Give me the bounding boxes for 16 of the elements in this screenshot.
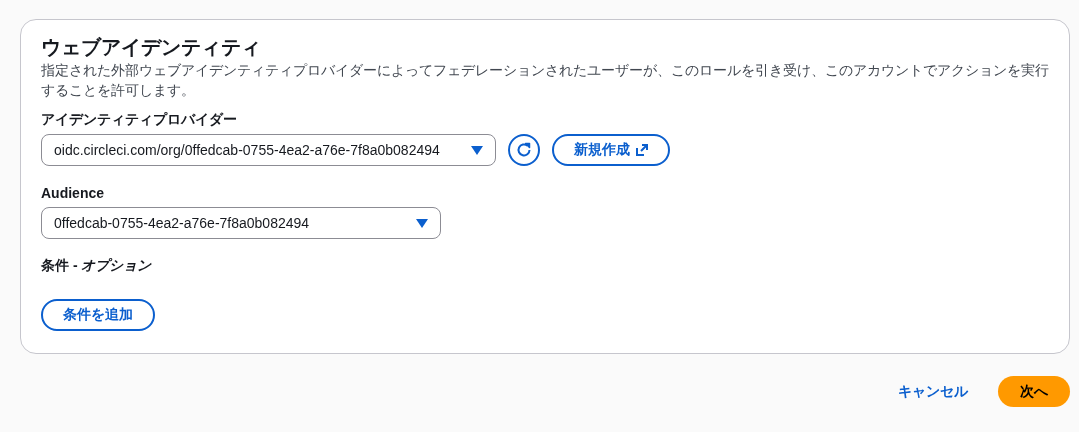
add-condition-button[interactable]: 条件を追加: [41, 299, 155, 331]
field-label: Audience: [41, 184, 105, 203]
field-label: 条件 - オプション: [41, 256, 153, 275]
cancel-link[interactable]: キャンセル: [898, 382, 968, 401]
caret-icon: [416, 218, 428, 228]
dropdown-field[interactable]: 0ffedcab-0755-4ea2-a76e-7f8a0b082494: [41, 207, 441, 239]
caret-icon: [471, 145, 483, 155]
field-label: アイデンティティプロバイダー: [41, 110, 238, 129]
create-button[interactable]: 新規作成: [552, 134, 670, 166]
next-button[interactable]: 次へ: [998, 376, 1070, 407]
refresh-icon: [516, 142, 532, 158]
section-title: ウェブアイデンティティ: [41, 35, 262, 60]
description-text: 指定された外部ウェブアイデンティティプロバイダーによってフェデレーションされたユーザーが、このロールを引き受け、このアカウントでアクションを実行することを許可します。: [41, 62, 1049, 100]
dropdown-field[interactable]: oidc.circleci.com/org/0ffedcab-0755-4ea2-a76e-7f8a0b082494: [41, 134, 496, 166]
external-link-icon: [636, 144, 648, 156]
refresh-button[interactable]: [508, 134, 540, 166]
